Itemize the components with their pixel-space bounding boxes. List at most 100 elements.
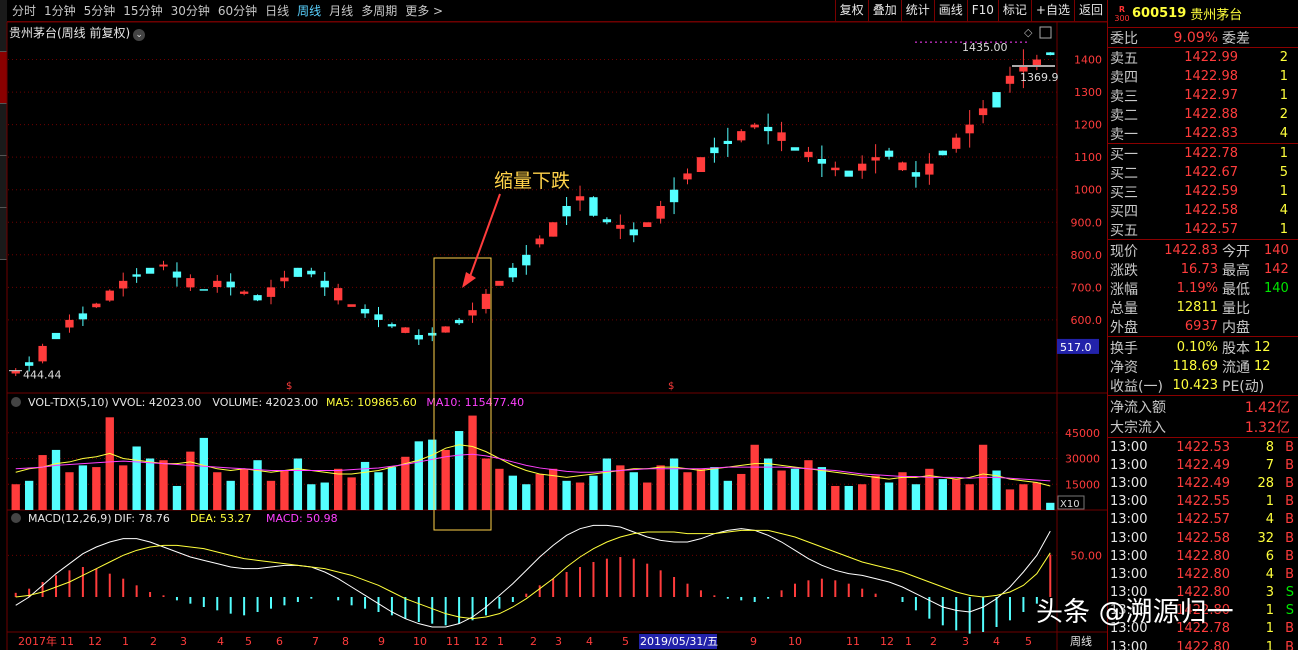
macd-legend-item: DIF: 78.76 (114, 512, 170, 525)
candle-body (159, 264, 168, 267)
candle-body (535, 238, 544, 245)
candle-body (938, 150, 947, 156)
volume-bar (334, 468, 343, 510)
volume-indicator-title: VOL-TDX(5,10) (28, 396, 109, 409)
time-tick-label: 10 (788, 635, 802, 648)
volume-bar (320, 482, 329, 510)
tick-side: S (1285, 603, 1294, 619)
tick-side: B (1285, 548, 1294, 564)
sell-order-row[interactable]: 卖一 1422.83 4 (1108, 124, 1298, 143)
index-badge: R 300 (1114, 4, 1130, 23)
time-tick-label: 1 (905, 635, 912, 648)
quote-label: 外盘 (1110, 319, 1138, 336)
volume-bar (105, 417, 114, 510)
tick-time: 13:00 (1110, 457, 1148, 473)
volume-bar (629, 472, 638, 510)
tick-row: 13:00 1422.49 7 B (1108, 456, 1298, 474)
volume-bar (656, 465, 665, 510)
candle-body (441, 326, 450, 333)
buy-order-row[interactable]: 买二 1422.67 5 (1108, 163, 1298, 182)
volume-bar (468, 415, 477, 510)
volume-bar (911, 484, 921, 510)
volume-legend-item: MA10: 115477.40 (426, 396, 524, 409)
sell-order-row[interactable]: 卖三 1422.97 1 (1108, 86, 1298, 105)
period-label: 周线 (1070, 634, 1092, 648)
order-label: 卖二 (1110, 107, 1138, 124)
fundamental-value: 0.10% (1176, 340, 1218, 355)
volume-bar (374, 472, 383, 510)
buy-order-row[interactable]: 买一 1422.78 1 (1108, 144, 1298, 163)
volume-bar (119, 465, 128, 510)
window-icon (1039, 26, 1052, 39)
candle-body (884, 150, 894, 157)
buy-order-row[interactable]: 买五 1422.57 1 (1108, 220, 1298, 239)
tick-qty: 6 (1265, 548, 1274, 564)
tick-qty: 1 (1265, 494, 1274, 510)
candle-body (374, 314, 383, 320)
tick-price: 1422.55 (1176, 494, 1230, 510)
volume-bar (159, 460, 168, 510)
tick-row: 13:00 1422.58 32 B (1108, 529, 1298, 547)
tick-side: B (1285, 530, 1294, 546)
time-tick-label: 6 (276, 635, 283, 648)
annotation-arrow (467, 193, 501, 283)
order-label: 卖四 (1110, 69, 1138, 86)
volume-bar (831, 485, 840, 510)
quote-label: 内盘 (1222, 319, 1250, 336)
tick-price: 1422.53 (1176, 439, 1230, 455)
volume-bar (616, 465, 625, 510)
sell-order-row[interactable]: 卖二 1422.88 2 (1108, 105, 1298, 124)
order-qty: 4 (1279, 126, 1288, 141)
fundamental-label: 净资 (1110, 359, 1138, 376)
tick-qty: 32 (1257, 530, 1274, 546)
flow-value: 1.32亿 (1244, 420, 1290, 436)
sell-order-row[interactable]: 卖五 1422.99 2 (1108, 48, 1298, 67)
sell-order-row[interactable]: 卖四 1422.98 1 (1108, 67, 1298, 86)
volume-bar (884, 482, 894, 510)
volume-bar (78, 465, 88, 510)
flow-row: 净流入额 1.42亿 (1108, 397, 1298, 417)
fundamental-row: 收益(一) 10.423 PE(动) (1108, 376, 1298, 395)
candle-body (105, 290, 114, 301)
time-tick-label: 12 (474, 635, 488, 648)
stock-header: R 300 600519 贵州茅台 (1108, 0, 1298, 28)
candle-body (817, 159, 827, 164)
candle-body (132, 274, 141, 277)
volume-bar (508, 475, 518, 510)
tick-qty: 4 (1265, 566, 1274, 582)
candle-body (898, 162, 907, 171)
time-tick-label: 2 (930, 635, 937, 648)
candle-body (307, 270, 316, 275)
candle-body (589, 197, 598, 216)
tick-time: 13:00 (1110, 548, 1148, 564)
quote-label: 涨跌 (1110, 262, 1138, 279)
volume-bar (965, 484, 974, 510)
candle-body (723, 140, 732, 144)
volume-legend-item: MA5: 109865.60 (326, 396, 417, 409)
order-qty: 1 (1279, 222, 1288, 237)
time-tick-label: 4 (993, 635, 1000, 648)
tick-time: 13:00 (1110, 439, 1148, 455)
volume-bar (145, 458, 155, 510)
time-tick-label: 9 (750, 635, 757, 648)
tick-price: 1422.80 (1176, 566, 1230, 582)
quote-row: 外盘 6937 内盘 (1108, 317, 1298, 336)
volume-bar (925, 468, 934, 510)
candle-body (266, 287, 276, 297)
volume-legend-item: VOLUME: 42023.00 (212, 396, 318, 409)
quote-value: 1.19% (1176, 281, 1218, 296)
volume-bar (186, 451, 195, 510)
sell-orders: 卖五 1422.99 2 卖四 1422.98 1 卖三 1422.97 1 卖二 1422.88 2… (1108, 48, 1298, 144)
time-tick-label: 11 (846, 635, 860, 648)
tick-time: 13:00 (1110, 494, 1148, 510)
buy-order-row[interactable]: 买三 1422.59 1 (1108, 182, 1298, 201)
order-qty: 1 (1279, 184, 1288, 199)
volume-bar (522, 484, 531, 510)
buy-order-row[interactable]: 买四 1422.58 4 (1108, 201, 1298, 220)
chart-grid (6, 21, 1107, 650)
order-label: 买三 (1110, 184, 1138, 201)
order-label: 买二 (1110, 165, 1138, 182)
weibi-value: 9.09% (1173, 29, 1218, 46)
tick-row: 13:00 1422.57 4 B (1108, 511, 1298, 529)
volume-bar (428, 439, 437, 510)
